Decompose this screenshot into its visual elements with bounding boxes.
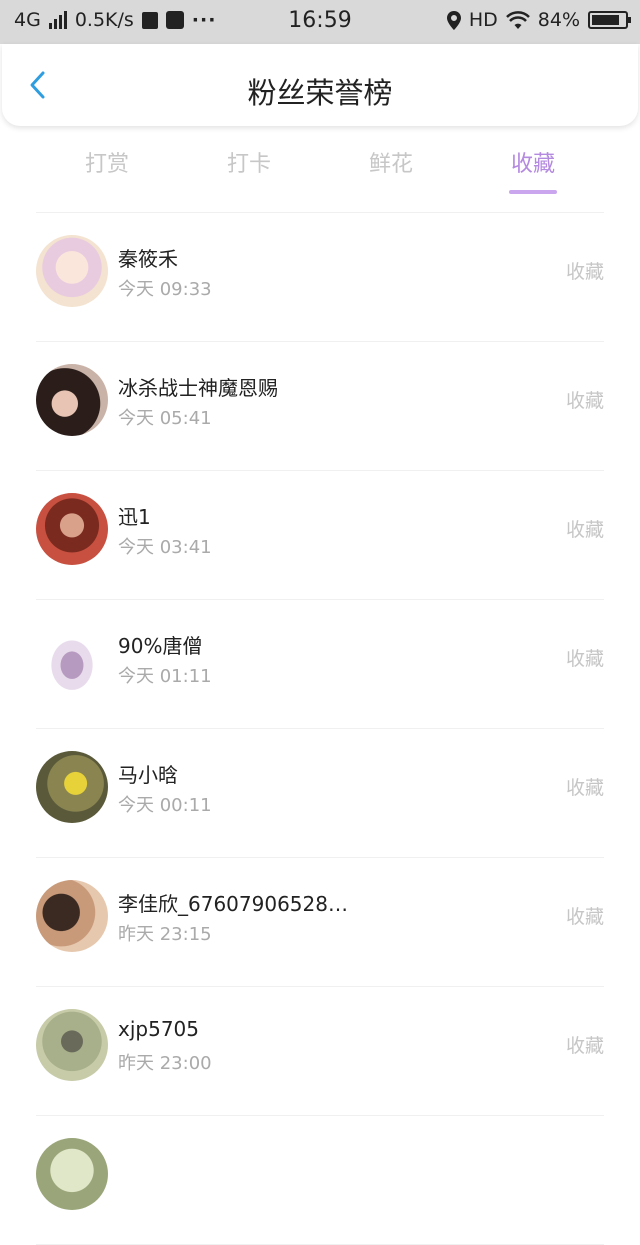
activity-time: 今天 05:41 xyxy=(118,408,212,429)
activity-time: 今天 00:11 xyxy=(118,795,212,816)
hd-label: HD xyxy=(468,9,498,31)
activity-time: 昨天 23:15 xyxy=(118,924,212,945)
user-name: xjp5705 xyxy=(118,1017,199,1041)
list-item[interactable]: 李佳欣_67607906528… 昨天 23:15 收藏 xyxy=(36,858,604,987)
action-label: 收藏 xyxy=(565,777,604,799)
activity-time: 昨天 23:00 xyxy=(118,1053,212,1074)
user-name: 秦筱禾 xyxy=(118,247,178,271)
user-name: 李佳欣_67607906528… xyxy=(118,892,348,916)
avatar xyxy=(36,1138,108,1210)
activity-time: 今天 01:11 xyxy=(118,666,212,687)
list-item[interactable]: 迅1 今天 03:41 收藏 xyxy=(36,471,604,600)
action-label: 收藏 xyxy=(565,390,604,412)
avatar xyxy=(36,622,108,694)
avatar xyxy=(36,493,108,565)
wifi-icon xyxy=(505,11,530,29)
user-name: 迅1 xyxy=(118,505,151,529)
status-right: HD 84% xyxy=(446,9,631,31)
list-item[interactable]: 冰杀战士神魔恩赐 今天 05:41 收藏 xyxy=(36,342,604,471)
fan-list: 秦筱禾 今天 09:33 收藏 冰杀战士神魔恩赐 今天 05:41 收藏 迅1 … xyxy=(36,213,604,1245)
tab-checkin[interactable]: 打卡 xyxy=(178,146,320,178)
tab-favorites[interactable]: 收藏 xyxy=(462,146,604,194)
avatar xyxy=(36,235,108,307)
action-label: 收藏 xyxy=(565,1035,604,1057)
action-label: 收藏 xyxy=(565,261,604,283)
tab-favorites-label: 收藏 xyxy=(510,152,555,177)
activity-time: 今天 09:33 xyxy=(118,279,212,300)
avatar xyxy=(36,364,108,436)
status-bar: 4G 0.5K/s ··· 16:59 HD 84% xyxy=(0,0,640,44)
tab-flowers[interactable]: 鲜花 xyxy=(320,146,462,178)
user-name: 冰杀战士神魔恩赐 xyxy=(118,376,278,400)
avatar xyxy=(36,880,108,952)
top-nav-bar: 粉丝荣誉榜 xyxy=(2,44,638,126)
location-icon xyxy=(446,10,461,30)
list-item[interactable]: 马小晗 今天 00:11 收藏 xyxy=(36,729,604,858)
list-item-partial[interactable] xyxy=(36,1116,604,1245)
battery-percent: 84% xyxy=(537,9,580,31)
avatar xyxy=(36,1009,108,1081)
user-name: 马小晗 xyxy=(118,763,178,787)
list-item[interactable]: 秦筱禾 今天 09:33 收藏 xyxy=(36,213,604,342)
action-label: 收藏 xyxy=(565,906,604,928)
category-tabs: 打赏 打卡 鲜花 收藏 xyxy=(36,140,604,213)
page-title: 粉丝荣誉榜 xyxy=(247,76,393,110)
action-label: 收藏 xyxy=(565,519,604,541)
list-item[interactable]: 90%唐僧 今天 01:11 收藏 xyxy=(36,600,604,729)
active-tab-indicator xyxy=(509,190,557,194)
user-name: 90%唐僧 xyxy=(118,634,203,658)
battery-icon xyxy=(588,11,631,29)
tab-reward[interactable]: 打赏 xyxy=(36,146,178,178)
avatar xyxy=(36,751,108,823)
action-label: 收藏 xyxy=(565,648,604,670)
list-item[interactable]: xjp5705 昨天 23:00 收藏 xyxy=(36,987,604,1116)
activity-time: 今天 03:41 xyxy=(118,537,212,558)
